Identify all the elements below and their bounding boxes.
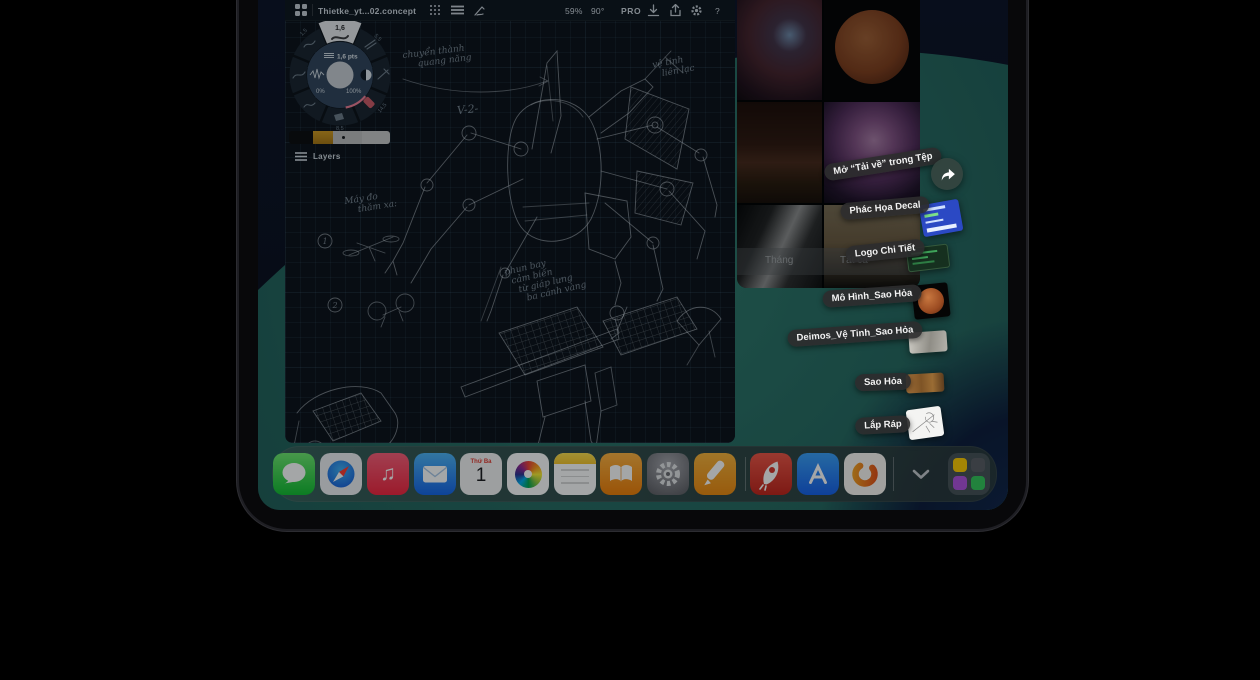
drag-label-mars-model[interactable]: Mô Hình_Sao Hỏa — [822, 284, 922, 308]
drag-label-assembly[interactable]: Lắp Ráp — [855, 415, 911, 435]
drag-session-layer: Mở “Tải về” trong Tệp Phác Họa Decal Log… — [258, 0, 1008, 510]
drag-label-mars[interactable]: Sao Hỏa — [855, 373, 912, 392]
drag-thumb-assembly[interactable] — [906, 406, 945, 441]
forward-arrow-icon — [938, 167, 956, 182]
share-forward-button[interactable] — [931, 158, 963, 190]
ipad-screen: Thietke_yt...02.concept 59% 90° PRO — [258, 0, 1008, 510]
drag-label-deimos[interactable]: Deimos_Vệ Tinh_Sao Hỏa — [787, 321, 923, 347]
scene: Thietke_yt...02.concept 59% 90° PRO — [0, 0, 1260, 680]
drag-label-open-downloads[interactable]: Mở “Tải về” trong Tệp — [823, 146, 942, 181]
assembly-sketch-icon — [906, 406, 945, 441]
drag-thumb-mars-surface[interactable] — [906, 373, 945, 394]
drag-label-decal-sketch[interactable]: Phác Họa Decal — [840, 196, 930, 221]
